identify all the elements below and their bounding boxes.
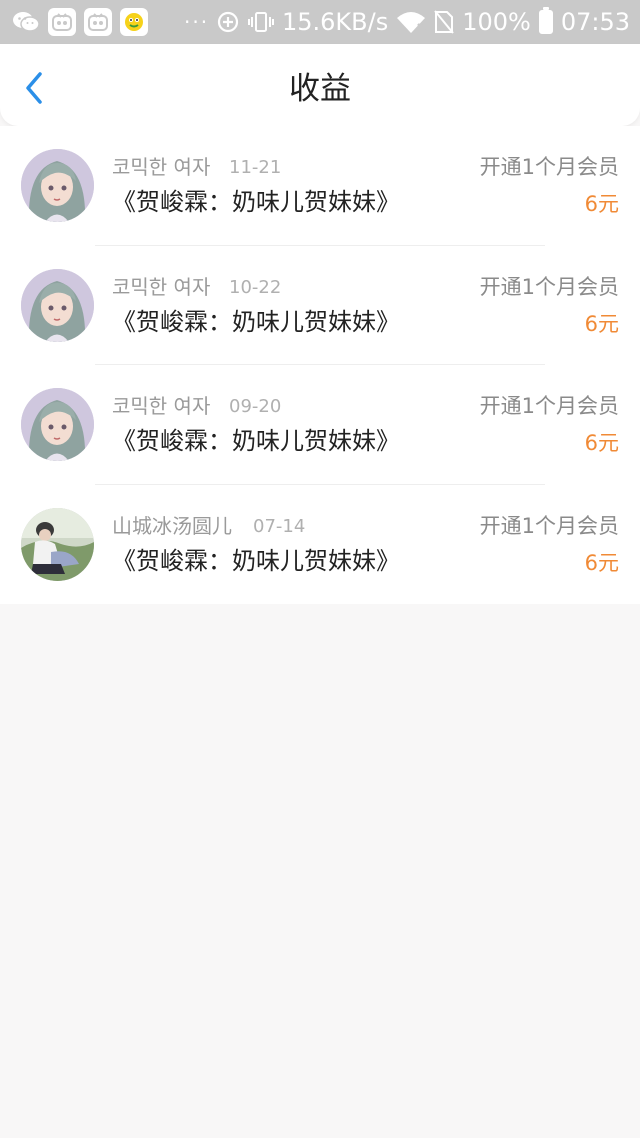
earning-amount: 6元 — [584, 192, 619, 216]
earning-row[interactable]: 코믹한 여자 11-21 《贺峻霖：奶味儿贺妹妹》 开通1个月会员 6元 — [0, 126, 640, 246]
battery-percent: 100% — [462, 8, 531, 36]
avatar[interactable] — [21, 268, 94, 342]
earning-description: 开通1个月会员 — [479, 394, 619, 418]
notification-icons: ··· — [12, 8, 209, 36]
no-sim-icon — [434, 10, 454, 34]
avatar[interactable] — [21, 149, 94, 222]
wechat-icon — [12, 8, 40, 36]
earnings-list: 코믹한 여자 11-21 《贺峻霖：奶味儿贺妹妹》 开通1个月会员 6元 코믹한… — [0, 126, 640, 604]
yellow-app-icon — [120, 8, 148, 36]
network-speed: 15.6KB/s — [281, 8, 389, 36]
status-bar: ··· 15.6KB/s 100% 07:53 — [0, 0, 640, 44]
avatar[interactable] — [21, 388, 94, 461]
app-icon — [48, 8, 76, 36]
earning-row[interactable]: 코믹한 여자 10-22 《贺峻霖：奶味儿贺妹妹》 开通1个月会员 6元 — [0, 246, 640, 365]
page-title: 收益 — [289, 71, 351, 107]
date: 07-14 — [253, 515, 306, 537]
app-icon — [84, 8, 112, 36]
clock: 07:53 — [560, 8, 630, 36]
system-status: 15.6KB/s 100% 07:53 — [216, 7, 630, 36]
username: 코믹한 여자 — [112, 155, 211, 179]
vibrate-icon — [247, 10, 274, 34]
username: 코믹한 여자 — [112, 274, 211, 299]
earning-description: 开通1个月会员 — [479, 155, 619, 179]
earning-row[interactable]: 山城冰汤圆儿 07-14 《贺峻霖：奶味儿贺妹妹》 开通1个月会员 6元 — [0, 485, 640, 605]
book-title: 《贺峻霖：奶味儿贺妹妹》 — [112, 307, 400, 336]
book-title: 《贺峻霖：奶味儿贺妹妹》 — [112, 188, 400, 216]
wifi-icon — [396, 10, 427, 34]
username: 山城冰汤圆儿 — [112, 513, 232, 538]
earning-description: 开通1个月会员 — [479, 274, 619, 299]
battery-icon — [538, 7, 553, 34]
username: 코믹한 여자 — [112, 394, 211, 418]
date: 09-20 — [229, 396, 282, 417]
data-saver-icon — [216, 10, 240, 34]
earning-row[interactable]: 코믹한 여자 09-20 《贺峻霖：奶味儿贺妹妹》 开通1个月会员 6元 — [0, 365, 640, 485]
date: 11-21 — [229, 157, 282, 178]
date: 10-22 — [229, 276, 282, 298]
header: 收益 — [0, 44, 640, 126]
earning-amount: 6元 — [584, 550, 619, 575]
book-title: 《贺峻霖：奶味儿贺妹妹》 — [112, 427, 400, 455]
earning-description: 开通1个月会员 — [479, 513, 619, 538]
earning-amount: 6元 — [584, 311, 619, 336]
book-title: 《贺峻霖：奶味儿贺妹妹》 — [112, 546, 400, 575]
earning-amount: 6元 — [584, 431, 619, 455]
avatar[interactable] — [21, 507, 94, 581]
more-notifications-dots: ··· — [184, 10, 210, 34]
